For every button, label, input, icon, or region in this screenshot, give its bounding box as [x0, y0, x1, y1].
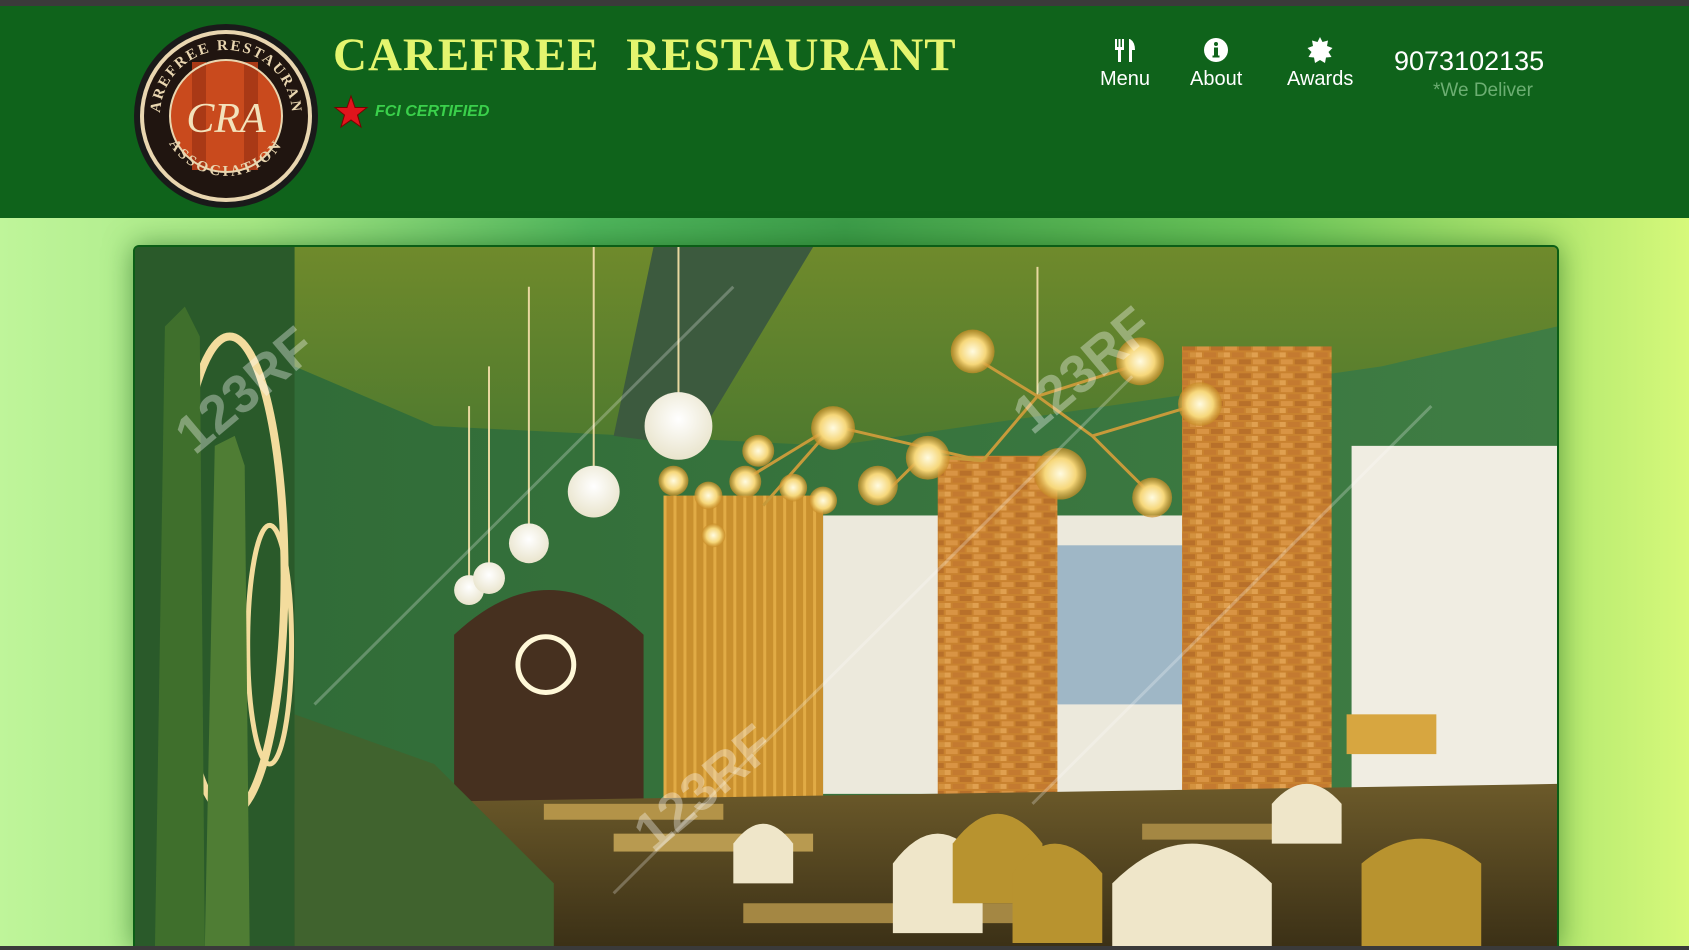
nav-about[interactable]: About	[1190, 36, 1242, 91]
nav-menu[interactable]: Menu	[1100, 36, 1150, 91]
hero-image: 123RF 123RF 123RF	[133, 245, 1559, 950]
restaurant-logo[interactable]: CAREFREE RESTAURANT ASSOCIATION CRA	[126, 10, 320, 210]
nav-awards[interactable]: Awards	[1287, 36, 1353, 91]
delivery-note: *We Deliver	[1433, 80, 1533, 101]
nav-menu-label: Menu	[1100, 68, 1151, 90]
nav-about-label: About	[1190, 68, 1243, 90]
cutlery-icon	[1115, 39, 1136, 62]
info-icon	[1204, 38, 1229, 62]
certification-label: FCI CERTIFIED	[375, 103, 490, 120]
phone-number[interactable]: 9073102135	[1394, 46, 1544, 77]
main-content: 123RF 123RF 123RF	[0, 218, 1689, 950]
badge-icon	[1307, 37, 1333, 63]
site-header: CAREFREE RESTAURANT ASSOCIATION CRA CARE…	[0, 6, 1689, 218]
site-title: CAREFREE RESTAURANT	[333, 29, 957, 81]
certification-badge: FCI CERTIFIED	[333, 94, 489, 130]
svg-text:CRA: CRA	[186, 96, 266, 142]
nav-awards-label: Awards	[1287, 68, 1354, 90]
bottom-border	[0, 946, 1689, 950]
star-icon	[333, 94, 369, 129]
